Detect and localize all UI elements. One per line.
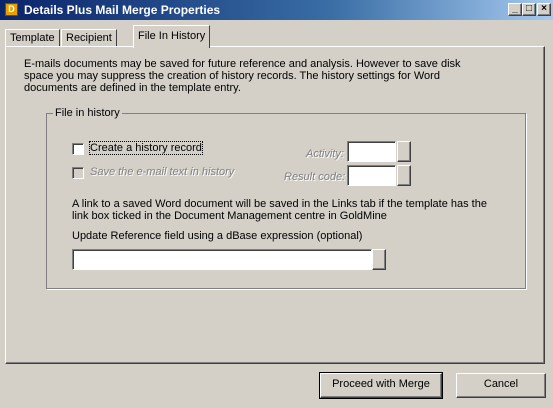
result-code-field[interactable] — [347, 165, 396, 186]
result-code-lookup-button[interactable] — [397, 165, 411, 186]
title-bar[interactable]: D Details Plus Mail Merge Properties _ □… — [0, 0, 553, 20]
link-note: A link to a saved Word document will be … — [72, 198, 487, 222]
maximize-icon: □ — [525, 3, 533, 14]
save-email-text-label[interactable]: Save the e-mail text in history — [90, 166, 234, 178]
maximize-button[interactable]: □ — [522, 3, 536, 16]
properties-dialog: D Details Plus Mail Merge Properties _ □… — [0, 0, 553, 408]
app-icon[interactable]: D — [5, 3, 18, 16]
update-reference-label: Update Reference field using a dBase exp… — [72, 230, 363, 242]
tab-template[interactable]: Template — [5, 29, 60, 47]
create-history-label[interactable]: Create a history record — [89, 141, 203, 155]
group-label: File in history — [53, 107, 122, 119]
cancel-button[interactable]: Cancel — [456, 373, 546, 398]
create-history-checkbox[interactable] — [72, 143, 84, 155]
close-icon: × — [541, 3, 547, 14]
intro-text: E-mails documents may be saved for futur… — [24, 58, 461, 94]
tab-recipient[interactable]: Recipient — [61, 29, 117, 47]
close-button[interactable]: × — [537, 3, 551, 16]
activity-lookup-button[interactable] — [397, 141, 411, 162]
activity-field[interactable] — [347, 141, 396, 162]
result-code-label: Result code: — [284, 171, 346, 183]
window-title: Details Plus Mail Merge Properties — [24, 3, 221, 17]
proceed-with-merge-button[interactable]: Proceed with Merge — [319, 372, 443, 399]
minimize-button[interactable]: _ — [508, 3, 522, 16]
update-reference-button[interactable] — [372, 249, 386, 270]
activity-label: Activity: — [306, 148, 344, 160]
update-reference-input[interactable] — [72, 249, 372, 270]
minimize-icon: _ — [512, 3, 518, 14]
save-email-text-checkbox[interactable] — [72, 167, 84, 179]
tab-file-in-history[interactable]: File In History — [133, 25, 211, 48]
